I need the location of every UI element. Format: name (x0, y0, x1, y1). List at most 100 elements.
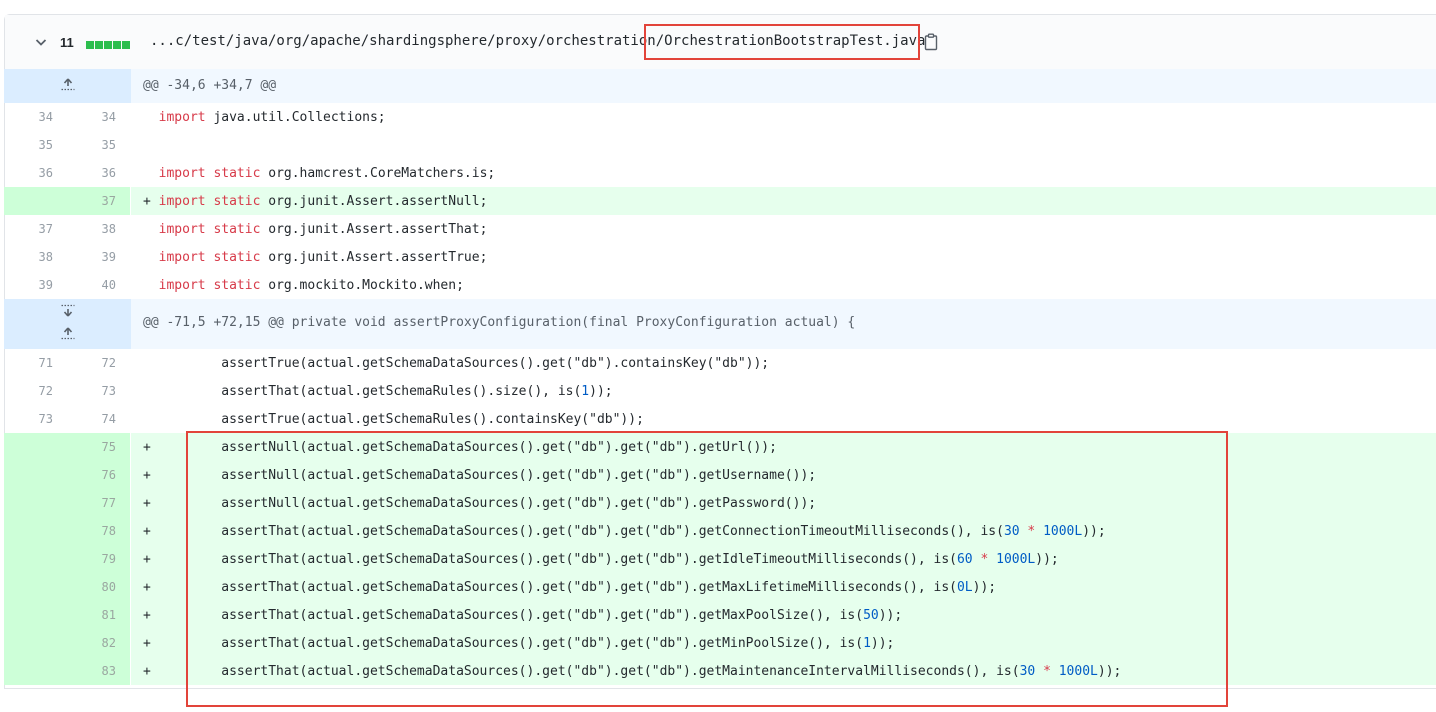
new-line-number[interactable]: 39 (67, 243, 130, 271)
old-line-number[interactable]: 35 (4, 131, 67, 159)
context-line: 36 36 import static org.hamcrest.CoreMatc… (4, 159, 1436, 187)
diff-sign: + (143, 664, 151, 679)
code-text: assertThat(actual.getSchemaRules().size(… (158, 384, 582, 399)
code-line (131, 131, 1436, 159)
new-line-number[interactable]: 76 (67, 461, 130, 489)
new-line-number[interactable]: 83 (67, 657, 130, 685)
new-line-number[interactable]: 80 (67, 573, 130, 601)
diff-sign (143, 384, 151, 399)
new-line-number[interactable]: 79 (67, 545, 130, 573)
new-line-number[interactable]: 38 (67, 215, 130, 243)
code-line: import static org.mockito.Mockito.when; (131, 271, 1436, 299)
diff-sign (143, 138, 151, 153)
diff-sign (143, 222, 151, 237)
clipboard-icon[interactable] (923, 33, 939, 51)
diffstat-bar (86, 38, 131, 49)
hunk-header: @@ -34,6 +34,7 @@ (4, 69, 1436, 103)
code-line: import static org.junit.Assert.assertTha… (131, 215, 1436, 243)
new-line-number[interactable]: 73 (67, 377, 130, 405)
keyword-static: static (205, 194, 261, 209)
old-line-number[interactable] (4, 573, 67, 601)
highlight-box-added-lines (186, 431, 1228, 707)
new-line-number[interactable]: 37 (67, 187, 130, 215)
expand-up-icon[interactable] (60, 77, 76, 91)
old-line-number[interactable]: 71 (4, 349, 67, 377)
context-line: 34 34 import java.util.Collections; (4, 103, 1436, 131)
context-line: 73 74 assertTrue(actual.getSchemaRules().… (4, 405, 1436, 433)
old-line-number[interactable] (4, 545, 67, 573)
diff-sign: + (143, 468, 151, 483)
keyword-static: static (205, 250, 261, 265)
code-line: import static org.hamcrest.CoreMatchers.… (131, 159, 1436, 187)
diff-sign: + (143, 440, 151, 455)
keyword-import: import (158, 250, 206, 265)
diffstat-block (104, 41, 112, 49)
new-line-number[interactable]: 74 (67, 405, 130, 433)
code-text: )); (589, 384, 613, 399)
new-line-number[interactable]: 81 (67, 601, 130, 629)
diffstat-block (86, 41, 94, 49)
diff-sign: + (143, 496, 151, 511)
old-line-number[interactable]: 39 (4, 271, 67, 299)
diff-sign: + (143, 552, 151, 567)
new-line-number[interactable]: 82 (67, 629, 130, 657)
code-text: java.util.Collections; (205, 110, 386, 125)
diff-sign: + (143, 580, 151, 595)
context-line: 72 73 assertThat(actual.getSchemaRules().… (4, 377, 1436, 405)
code-text: org.junit.Assert.assertNull; (260, 194, 488, 209)
old-line-number[interactable]: 73 (4, 405, 67, 433)
diff-sign: + (143, 636, 151, 651)
context-line: 38 39 import static org.junit.Assert.asse… (4, 243, 1436, 271)
keyword-static: static (205, 166, 261, 181)
hunk-expander-gutter[interactable] (4, 299, 131, 349)
added-line: 37 + import static org.junit.Assert.asser… (4, 187, 1436, 215)
diffstat-block (122, 41, 130, 49)
diffstat-block (95, 41, 103, 49)
diff-sign: + (143, 194, 151, 209)
code-text: assertTrue(actual.getSchemaRules().conta… (158, 412, 644, 427)
old-line-number[interactable] (4, 657, 67, 685)
old-line-number[interactable] (4, 461, 67, 489)
new-line-number[interactable]: 75 (67, 433, 130, 461)
expand-up-icon[interactable] (60, 326, 76, 340)
hunk-expander-gutter[interactable] (4, 69, 131, 103)
keyword-static: static (205, 278, 261, 293)
chevron-down-icon[interactable] (33, 34, 49, 50)
old-line-number[interactable]: 34 (4, 103, 67, 131)
code-text: org.junit.Assert.assertThat; (260, 222, 488, 237)
diff-sign (143, 166, 151, 181)
old-line-number[interactable] (4, 489, 67, 517)
keyword-import: import (158, 194, 206, 209)
new-line-number[interactable]: 36 (67, 159, 130, 187)
old-line-number[interactable]: 72 (4, 377, 67, 405)
old-line-number[interactable]: 37 (4, 215, 67, 243)
diff-sign (143, 412, 151, 427)
keyword-static: static (205, 222, 261, 237)
highlight-box-filename (644, 24, 920, 60)
code-line: assertTrue(actual.getSchemaRules().conta… (131, 405, 1436, 433)
number-literal: 1 (581, 384, 590, 399)
diff-sign (143, 110, 151, 125)
new-line-number[interactable]: 77 (67, 489, 130, 517)
old-line-number[interactable] (4, 517, 67, 545)
old-line-number[interactable] (4, 187, 67, 215)
code-text: org.junit.Assert.assertTrue; (260, 250, 488, 265)
new-line-number[interactable]: 35 (67, 131, 130, 159)
old-line-number[interactable]: 38 (4, 243, 67, 271)
old-line-number[interactable]: 36 (4, 159, 67, 187)
old-line-number[interactable] (4, 433, 67, 461)
code-line: import java.util.Collections; (131, 103, 1436, 131)
new-line-number[interactable]: 78 (67, 517, 130, 545)
diffstat-block (113, 41, 121, 49)
keyword-import: import (158, 166, 206, 181)
code-text: org.mockito.Mockito.when; (260, 278, 464, 293)
old-line-number[interactable] (4, 601, 67, 629)
new-line-number[interactable]: 72 (67, 349, 130, 377)
new-line-number[interactable]: 40 (67, 271, 130, 299)
diff-sign (143, 356, 151, 371)
old-line-number[interactable] (4, 629, 67, 657)
code-line: import static org.junit.Assert.assertTru… (131, 243, 1436, 271)
diff-sign (143, 278, 151, 293)
expand-down-icon[interactable] (60, 304, 76, 318)
new-line-number[interactable]: 34 (67, 103, 130, 131)
